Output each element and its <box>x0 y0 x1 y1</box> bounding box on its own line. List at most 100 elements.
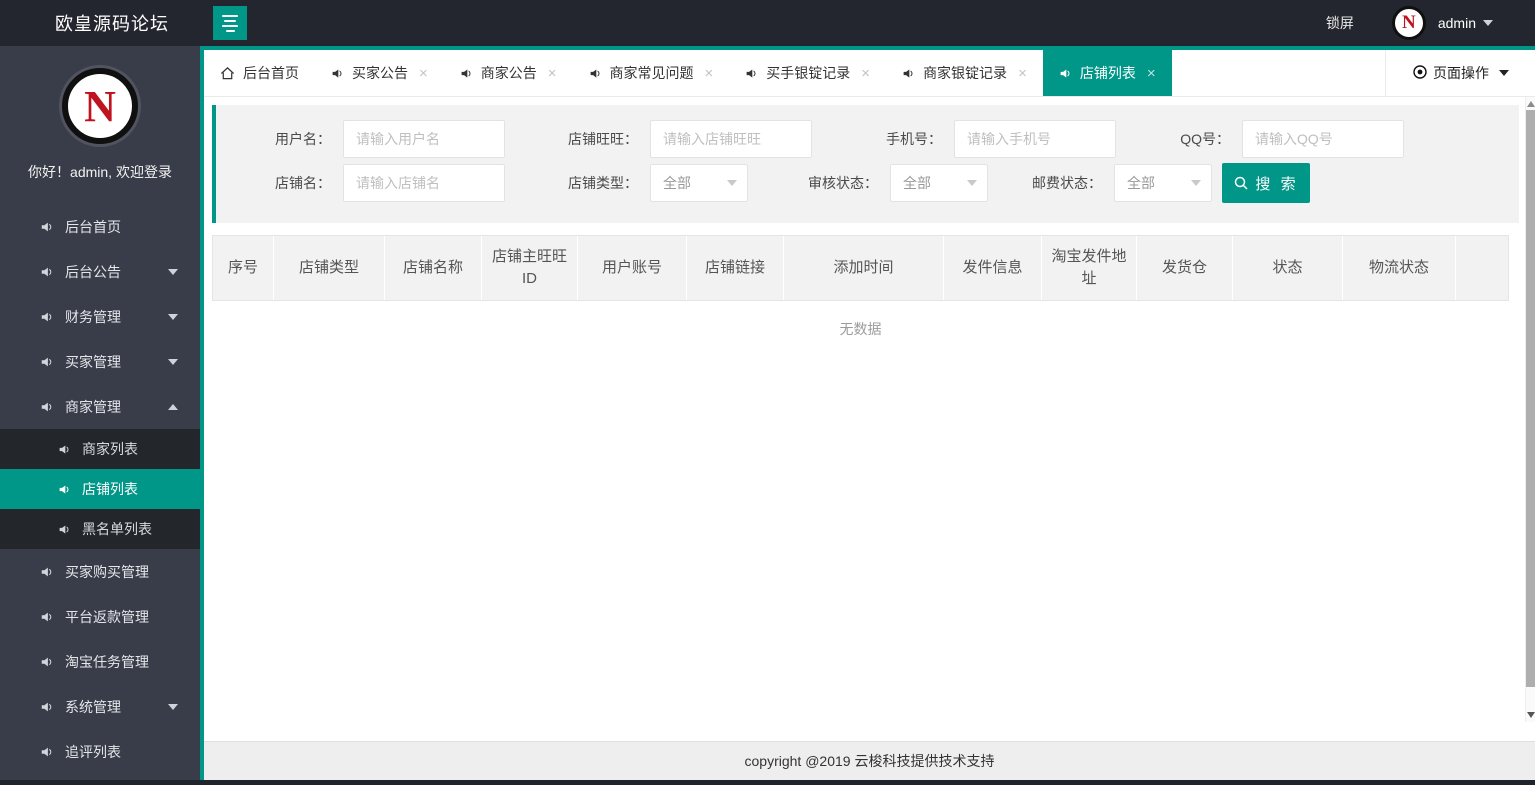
tab[interactable]: 买家公告 × <box>315 50 444 96</box>
sidebar-submenu-item[interactable]: 黑名单列表 <box>0 509 200 549</box>
speaker-icon <box>40 220 54 234</box>
table-header-cell: 发货仓 <box>1137 236 1233 300</box>
sidebar-menu-item[interactable]: 商家管理 <box>0 384 200 429</box>
sidebar-menu-item[interactable]: 后台首页 <box>0 204 200 249</box>
copyright-text: copyright @2019 云梭科技提供技术支持 <box>744 753 995 769</box>
select-value: 全部 <box>663 175 691 191</box>
tab-label: 店铺列表 <box>1079 65 1136 81</box>
field-label: 手机号： <box>886 131 942 147</box>
speaker-icon <box>331 67 344 80</box>
tab-label: 买手银锭记录 <box>766 65 851 81</box>
sidebar-menu-item[interactable]: 平台返款管理 <box>0 594 200 639</box>
footer: copyright @2019 云梭科技提供技术支持 <box>204 741 1535 780</box>
tab[interactable]: 商家常见问题 × <box>573 50 730 96</box>
page-operations-button[interactable]: 页面操作 <box>1385 50 1535 96</box>
form-field: 用户名： <box>216 120 505 158</box>
sidebar-menu-item[interactable]: 买家购买管理 <box>0 549 200 594</box>
tab[interactable]: 商家公告 × <box>444 50 573 96</box>
speaker-icon <box>58 443 71 456</box>
close-icon[interactable]: × <box>1018 66 1027 81</box>
vertical-scrollbar[interactable] <box>1525 97 1535 722</box>
table-header-cell: 发件信息 <box>944 236 1042 300</box>
sidebar-item-label: 平台返款管理 <box>65 608 149 625</box>
select-dropdown[interactable]: 全部 <box>650 164 748 202</box>
tab[interactable]: 后台首页 <box>204 50 315 96</box>
speaker-icon <box>902 67 915 80</box>
scrollbar-thumb[interactable] <box>1526 110 1535 687</box>
table-header-cell: 序号 <box>213 236 274 300</box>
app-title: 欧皇源码论坛 <box>55 14 169 34</box>
speaker-icon <box>460 67 473 80</box>
home-icon <box>220 66 235 81</box>
accent-line-horizontal <box>200 46 1535 50</box>
hamburger-icon <box>222 14 238 17</box>
form-field: 手机号： <box>812 120 1116 158</box>
tab[interactable]: 店铺列表 × <box>1042 50 1172 96</box>
sidebar-item-label: 淘宝任务管理 <box>65 653 149 670</box>
form-field: 邮费状态： 全部 <box>988 164 1212 202</box>
speaker-icon <box>40 400 54 414</box>
username[interactable]: admin <box>1438 15 1476 31</box>
sidebar-menu-item[interactable]: 后台公告 <box>0 249 200 294</box>
sidebar-submenu-item[interactable]: 店铺列表 <box>0 469 200 509</box>
sidebar-item-label: 系统管理 <box>65 698 121 715</box>
sidebar-item-label: 后台首页 <box>65 218 121 235</box>
sidebar-item-label: 买家购买管理 <box>65 563 149 580</box>
text-input[interactable] <box>343 120 505 158</box>
sidebar-menu-item[interactable]: 淘宝任务管理 <box>0 639 200 684</box>
select-dropdown[interactable]: 全部 <box>890 164 988 202</box>
accent-line-vertical <box>200 46 204 780</box>
form-field: QQ号： <box>1116 120 1404 158</box>
close-icon[interactable]: × <box>548 66 557 81</box>
scroll-down-arrow-icon[interactable] <box>1527 712 1535 718</box>
tab-bar: 后台首页 买家公告 × 商家公告 × 商家常见问题 × 买手银锭记录 × 商家银… <box>204 50 1535 97</box>
table-header-row: 序号 店铺类型 店铺名称 店铺主旺旺ID 用户账号 店铺链接 添加时间 发件信息 淘宝发件地址发… <box>212 235 1509 301</box>
sidebar-submenu-item[interactable]: 商家列表 <box>0 429 200 469</box>
navbar-right: 锁屏 N admin <box>1326 6 1493 40</box>
tab-label: 后台首页 <box>243 65 299 81</box>
close-icon[interactable]: × <box>419 66 428 81</box>
search-filter-panel: 用户名： 店铺旺旺： 手机号： QQ号： 店铺名： 店铺类型： 全部 审核状态：… <box>212 105 1519 223</box>
text-input[interactable] <box>1242 120 1404 158</box>
chevron-down-icon <box>168 358 178 365</box>
search-button[interactable]: 搜 索 <box>1222 163 1310 203</box>
field-label: 店铺旺旺： <box>568 131 638 147</box>
sidebar-menu-item[interactable]: 追评列表 <box>0 729 200 774</box>
text-input[interactable] <box>343 164 505 202</box>
close-icon[interactable]: × <box>861 66 870 81</box>
sidebar-menu: 后台首页 后台公告 财务管理 买家管理 商家管理 商家列表 店铺列表 黑名单列表… <box>0 204 200 774</box>
field-label: 店铺类型： <box>568 175 638 191</box>
sidebar-menu-item[interactable]: 系统管理 <box>0 684 200 729</box>
submenu: 商家列表 店铺列表 黑名单列表 <box>0 429 200 549</box>
tab[interactable]: 商家银锭记录 × <box>886 50 1043 96</box>
close-icon[interactable]: × <box>705 66 714 81</box>
sidebar-menu-item[interactable]: 买家管理 <box>0 339 200 384</box>
form-row: 用户名： 店铺旺旺： 手机号： QQ号： <box>216 119 1519 159</box>
table-header-cell: 店铺主旺旺ID <box>482 236 578 300</box>
speaker-icon <box>40 310 54 324</box>
sidebar-item-label: 财务管理 <box>65 308 121 325</box>
scroll-up-arrow-icon[interactable] <box>1527 101 1535 107</box>
avatar[interactable]: N <box>1391 6 1426 40</box>
menu-toggle-button[interactable] <box>213 6 247 40</box>
chevron-down-icon <box>168 313 178 320</box>
sidebar-item-label: 商家管理 <box>65 398 121 415</box>
chevron-down-icon[interactable] <box>1483 20 1493 26</box>
chevron-down-icon <box>1191 180 1201 186</box>
search-icon <box>1233 175 1249 191</box>
lock-screen-button[interactable]: 锁屏 <box>1326 13 1354 33</box>
table-header-cell: 店铺类型 <box>274 236 385 300</box>
select-value: 全部 <box>1127 175 1155 191</box>
sidebar-menu-item[interactable]: 财务管理 <box>0 294 200 339</box>
speaker-icon <box>1059 67 1072 80</box>
close-icon[interactable]: × <box>1147 66 1156 81</box>
text-input[interactable] <box>954 120 1116 158</box>
speaker-icon <box>58 483 71 496</box>
data-table: 序号 店铺类型 店铺名称 店铺主旺旺ID 用户账号 店铺链接 添加时间 发件信息 淘宝发件地址发… <box>212 235 1509 357</box>
sidebar: N 你好！admin, 欢迎登录 后台首页 后台公告 财务管理 买家管理 商家管… <box>0 46 200 780</box>
tab[interactable]: 买手银锭记录 × <box>729 50 886 96</box>
select-dropdown[interactable]: 全部 <box>1114 164 1212 202</box>
table-header-cell: 店铺名称 <box>385 236 482 300</box>
field-label: 审核状态： <box>808 175 878 191</box>
text-input[interactable] <box>650 120 812 158</box>
